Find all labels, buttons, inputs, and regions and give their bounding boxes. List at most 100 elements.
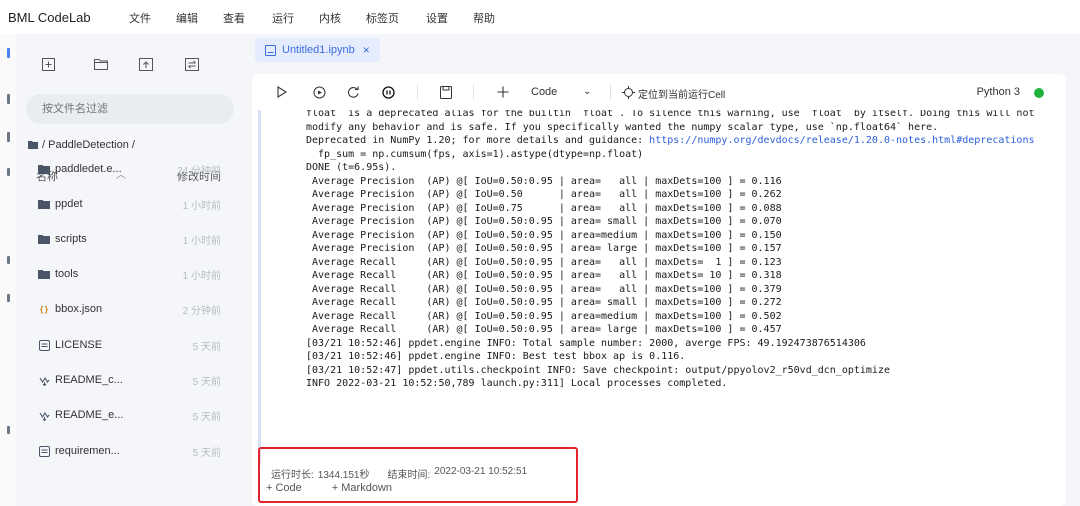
file-modified-time: 5 天前: [192, 376, 221, 388]
text-file-icon: [38, 445, 50, 457]
activity-icon-2[interactable]: [7, 94, 10, 104]
activity-icon-3[interactable]: [7, 132, 10, 142]
file-name: scripts: [55, 233, 87, 245]
menu-view[interactable]: 查看: [223, 10, 245, 26]
output-link[interactable]: https://numpy.org/devdocs/release/1.20.0…: [649, 135, 1034, 146]
output-line: DONE (t=6.95s).: [306, 162, 397, 173]
notebook-toolbar: Code ⌄ 定位到当前运行Cell Python 3: [252, 74, 1066, 110]
locate-icon[interactable]: [620, 84, 636, 100]
new-file-icon[interactable]: [40, 56, 56, 72]
file-modified-time: 1 小时前: [182, 200, 221, 212]
file-name: requiremen...: [55, 445, 120, 457]
menu-run[interactable]: 运行: [272, 10, 294, 26]
close-icon[interactable]: ×: [363, 43, 370, 57]
menu-bar: BML CodeLab 文件 编辑 查看 运行 内核 标签页 设置 帮助: [0, 0, 1080, 34]
restart-icon[interactable]: [345, 84, 361, 100]
menu-edit[interactable]: 编辑: [176, 10, 198, 26]
activity-bar: [0, 34, 16, 506]
folder-icon: [38, 233, 50, 245]
breadcrumb[interactable]: / PaddleDetection /: [28, 139, 135, 151]
tab-label: Untitled1.ipynb: [282, 44, 355, 56]
file-modified-time: 1 小时前: [182, 235, 221, 247]
file-list-item[interactable]: ppdet 1 小时前: [16, 192, 244, 216]
file-list-item[interactable]: tools 1 小时前: [16, 262, 244, 286]
activity-icon-5[interactable]: [7, 256, 10, 264]
kernel-name[interactable]: Python 3: [977, 86, 1020, 98]
save-icon[interactable]: [438, 84, 454, 100]
output-line: Average Recall (AR) @[ IoU=0.50:0.95 | a…: [306, 256, 782, 268]
file-filter-input[interactable]: [26, 94, 234, 124]
menu-file[interactable]: 文件: [129, 10, 151, 26]
cell-output: float` is a deprecated alias for the bui…: [258, 110, 1066, 465]
file-name: paddledet.e...: [55, 163, 122, 175]
output-line: fp_sum = np.cumsum(fps, axis=1).astype(d…: [306, 148, 644, 160]
file-name: ppdet: [55, 198, 83, 210]
interrupt-icon[interactable]: [380, 84, 396, 100]
output-line: Average Recall (AR) @[ IoU=0.50:0.95 | a…: [306, 324, 782, 335]
output-line: INFO 2022-03-21 10:52:50,789 launch.py:3…: [306, 378, 728, 389]
menu-tabs[interactable]: 标签页: [366, 10, 399, 26]
output-line: modify any behavior and is safe. If you …: [306, 121, 939, 133]
toolbar-divider: [417, 85, 418, 99]
main-area: Untitled1.ipynb × Code ⌄ 定位到当前运行Cell Pyt…: [244, 34, 1080, 506]
output-line: [03/21 10:52:46] ppdet.engine INFO: Best…: [306, 351, 686, 362]
markdown-file-icon: [38, 374, 50, 386]
file-browser: / PaddleDetection / 名称 ︿ 修改时间 paddledet.…: [16, 34, 244, 506]
file-modified-time: 5 天前: [192, 447, 221, 459]
app-title: BML CodeLab: [8, 9, 91, 25]
file-name: bbox.json: [55, 303, 103, 315]
output-line: Average Recall (AR) @[ IoU=0.50:0.95 | a…: [306, 270, 782, 281]
folder-icon: [28, 141, 38, 149]
refresh-icon[interactable]: [184, 56, 200, 72]
menu-help[interactable]: 帮助: [473, 10, 495, 26]
activity-icon-7[interactable]: [7, 426, 10, 434]
file-name: README_c...: [55, 374, 123, 386]
output-line: Average Precision (AP) @[ IoU=0.50:0.95 …: [306, 175, 782, 187]
upload-icon[interactable]: [138, 56, 154, 72]
file-modified-time: 5 天前: [192, 411, 221, 423]
activity-icon-4[interactable]: [7, 168, 10, 176]
output-line: Deprecated in NumPy 1.20; for more detai…: [306, 135, 1035, 146]
kernel-status-indicator: [1034, 88, 1044, 98]
file-list-item[interactable]: paddledet.e... 24 分钟前: [16, 157, 244, 181]
highlight-annotation-box: [258, 447, 578, 503]
menu-settings[interactable]: 设置: [426, 10, 448, 26]
toolbar-divider: [473, 85, 474, 99]
output-line: [03/21 10:52:46] ppdet.engine INFO: Tota…: [306, 337, 866, 349]
cell-collapser[interactable]: [258, 110, 261, 465]
notebook-panel: Code ⌄ 定位到当前运行Cell Python 3 float` is a …: [252, 74, 1066, 506]
file-list-item[interactable]: requiremen... 5 天前: [16, 439, 244, 463]
file-modified-time: 5 天前: [192, 341, 221, 353]
file-list-item[interactable]: LICENSE 5 天前: [16, 333, 244, 357]
output-line: Average Recall (AR) @[ IoU=0.50:0.95 | a…: [306, 283, 782, 295]
folder-icon: [38, 268, 50, 280]
run-icon[interactable]: [274, 84, 290, 100]
file-list-item[interactable]: scripts 1 小时前: [16, 227, 244, 251]
tab-untitled1[interactable]: Untitled1.ipynb ×: [255, 38, 380, 62]
menu-kernel[interactable]: 内核: [319, 10, 341, 26]
run-all-icon[interactable]: [311, 84, 327, 100]
folder-icon: [38, 198, 50, 210]
output-line: Average Precision (AP) @[ IoU=0.50:0.95 …: [306, 229, 782, 241]
files-activity-icon[interactable]: [7, 48, 10, 58]
output-line: float` is a deprecated alias for the bui…: [306, 110, 1035, 119]
file-name: tools: [55, 268, 79, 280]
file-list-item[interactable]: README_c... 5 天前: [16, 368, 244, 392]
output-line: Average Recall (AR) @[ IoU=0.50:0.95 | a…: [306, 297, 782, 308]
output-line: [03/21 10:52:47] ppdet.utils.checkpoint …: [306, 364, 890, 376]
activity-icon-6[interactable]: [7, 294, 10, 302]
cell-type-select[interactable]: Code: [531, 86, 557, 98]
output-line: Average Recall (AR) @[ IoU=0.50:0.95 | a…: [306, 310, 782, 322]
output-line: Average Precision (AP) @[ IoU=0.50:0.95 …: [306, 243, 782, 254]
file-browser-toolbar: [16, 52, 244, 76]
file-modified-time: 2 分钟前: [182, 305, 221, 317]
new-folder-icon[interactable]: [93, 56, 109, 72]
chevron-down-icon[interactable]: ⌄: [583, 86, 591, 97]
text-file-icon: [38, 339, 50, 351]
add-cell-icon[interactable]: [495, 84, 511, 100]
locate-running-cell[interactable]: 定位到当前运行Cell: [638, 86, 725, 101]
file-list-item[interactable]: {} bbox.json 2 分钟前: [16, 297, 244, 321]
file-list-item[interactable]: README_e... 5 天前: [16, 403, 244, 427]
output-line: Average Precision (AP) @[ IoU=0.75 | are…: [306, 202, 782, 214]
file-modified-time: 1 小时前: [182, 270, 221, 282]
